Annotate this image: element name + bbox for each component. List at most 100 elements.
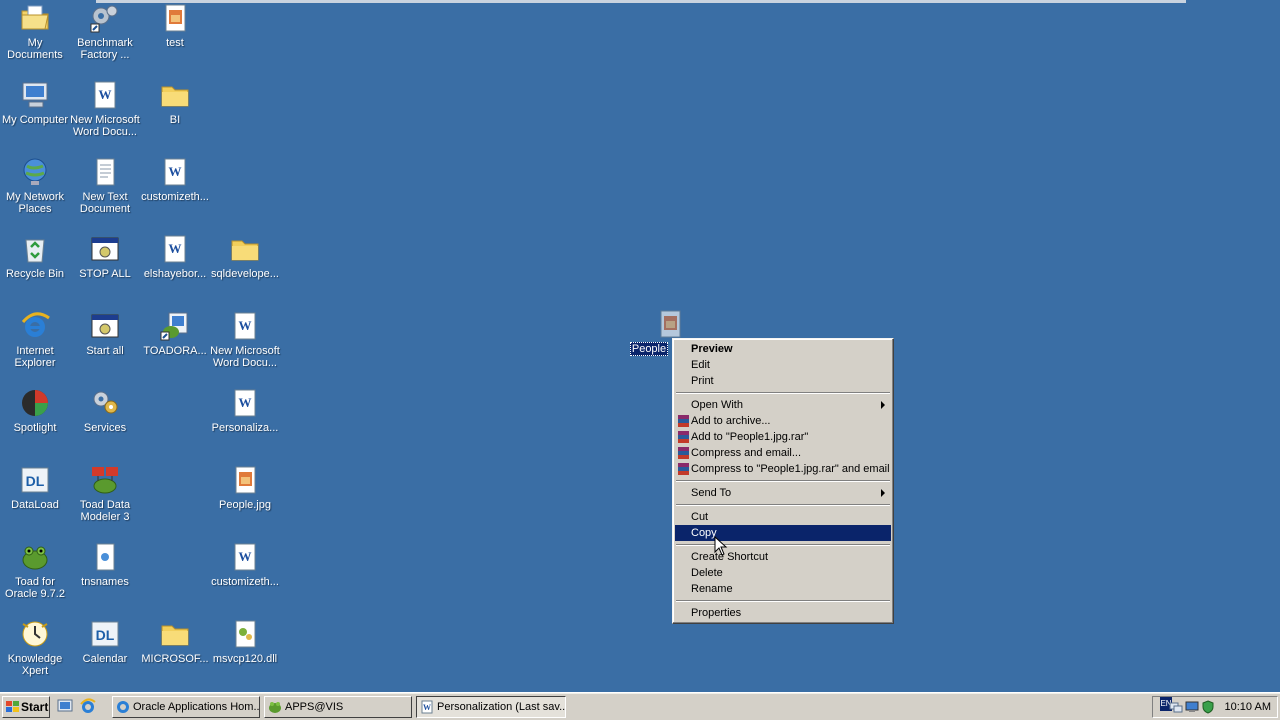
word-document-icon: W [164,235,186,263]
desktop[interactable]: My Documents My Computer My Network Plac… [0,0,1280,692]
batch-file-icon [91,314,119,338]
knowledge-xpert-icon [22,621,48,647]
dataload-icon: DL [21,467,49,493]
windows-logo-icon [6,701,19,712]
my-computer-icon [22,82,48,108]
word-document-icon: W [421,700,433,714]
folder-icon [231,240,259,261]
desktop-icon-recycle-bin[interactable]: Recycle Bin [0,233,70,280]
desktop-icon-stop-all[interactable]: STOP ALL [70,233,140,280]
menu-item-create-shortcut[interactable]: Create Shortcut [675,549,891,565]
desktop-icon-customizeth-2[interactable]: W customizeth... [210,541,280,588]
menu-separator [675,541,891,549]
menu-item-preview[interactable]: Preview [675,341,891,357]
show-desktop-icon[interactable] [57,698,73,714]
menu-item-delete[interactable]: Delete [675,565,891,581]
submenu-arrow-icon [881,489,885,497]
desktop-icon-toad-data-modeler[interactable]: Toad Data Modeler 3 [70,464,140,523]
desktop-icon-knowledge-xpert[interactable]: Knowledge Xpert [0,618,70,677]
menu-item-cut[interactable]: Cut [675,509,891,525]
menu-item-send-to[interactable]: Send To [675,485,891,501]
start-button[interactable]: Start [2,696,50,718]
menu-item-copy[interactable]: Copy [675,525,891,541]
svg-text:W: W [99,87,112,102]
svg-text:W: W [239,395,252,410]
desktop-icon-benchmark-factory[interactable]: Benchmark Factory ... [70,2,140,61]
desktop-icon-people-jpg[interactable]: People.jpg [210,464,280,511]
desktop-icon-elshayebor[interactable]: W elshayebor... [140,233,210,280]
word-document-icon: W [164,158,186,186]
services-icon [93,391,118,414]
menu-item-open-with[interactable]: Open With [675,397,891,413]
desktop-icon-start-all[interactable]: Start all [70,310,140,357]
taskbar: Start Oracle Applications Hom... APPS@VI… [0,692,1280,720]
menu-item-print[interactable]: Print [675,373,891,389]
word-document-icon: W [234,389,256,417]
winrar-icon [678,447,689,459]
winrar-icon [678,431,689,443]
mouse-cursor-icon [714,536,728,556]
desktop-icon-my-computer[interactable]: My Computer [0,79,70,126]
desktop-icon-customizeth-1[interactable]: W customizeth... [140,156,210,203]
svg-text:DL: DL [26,473,45,489]
desktop-icon-msvcp120[interactable]: msvcp120.dll [210,618,280,665]
desktop-icon-toad-for-oracle[interactable]: Toad for Oracle 9.7.2 [0,541,70,600]
taskbar-item-apps-vis[interactable]: APPS@VIS [264,696,412,718]
desktop-icon-services[interactable]: Services [70,387,140,434]
desktop-icon-calendar[interactable]: DL Calendar [70,618,140,665]
desktop-icon-sqldeveloper[interactable]: sqldevelope... [210,233,280,280]
menu-item-add-to-archive[interactable]: Add to archive... [675,413,891,429]
desktop-icon-my-documents[interactable]: My Documents [0,2,70,61]
folder-icon [161,86,189,107]
menu-item-rename[interactable]: Rename [675,581,891,597]
toad-frog-icon [22,546,48,570]
desktop-icon-new-word-doc-1[interactable]: W New Microsoft Word Docu... [70,79,140,138]
folder-icon [161,625,189,646]
desktop-icon-spotlight[interactable]: Spotlight [0,387,70,434]
desktop-icon-new-text-document[interactable]: New Text Document [70,156,140,215]
system-tray: 10:10 AM [1152,696,1278,718]
my-documents-icon [21,5,49,30]
taskbar-item-oracle-apps[interactable]: Oracle Applications Hom... [112,696,260,718]
desktop-icon-toadora[interactable]: TOADORA... [140,310,210,357]
svg-text:W: W [239,318,252,333]
desktop-icon-bi[interactable]: BI [140,79,210,126]
desktop-icon-tnsnames[interactable]: tnsnames [70,541,140,588]
menu-item-edit[interactable]: Edit [675,357,891,373]
menu-separator [675,501,891,509]
display-tray-icon[interactable] [1185,700,1199,714]
desktop-icon-personaliza[interactable]: W Personaliza... [210,387,280,434]
menu-item-compress-and-email[interactable]: Compress and email... [675,445,891,461]
text-document-icon [96,158,115,186]
svg-text:W: W [423,703,431,712]
desktop-icon-my-network-places[interactable]: My Network Places [0,156,70,215]
desktop-icon-microsof[interactable]: MICROSOF... [140,618,210,665]
winrar-icon [678,463,689,475]
desktop-icon-new-word-doc-2[interactable]: W New Microsoft Word Docu... [210,310,280,369]
image-file-icon [165,4,186,32]
recycle-bin-icon [25,239,45,263]
menu-item-compress-to-rar-and-email[interactable]: Compress to "People1.jpg.rar" and email [675,461,891,477]
desktop-icon-dataload[interactable]: DL DataLoad [0,464,70,511]
menu-item-add-to-rar[interactable]: Add to "People1.jpg.rar" [675,429,891,445]
security-tray-icon[interactable] [1201,700,1215,714]
svg-text:W: W [239,549,252,564]
network-tray-icon[interactable] [1169,700,1183,714]
svg-text:W: W [169,164,182,179]
desktop-icon-test[interactable]: test [140,2,210,49]
dataload-icon: DL [91,621,119,647]
menu-separator [675,389,891,397]
winrar-icon [678,415,689,427]
ie-page-icon [117,701,129,713]
menu-separator [675,597,891,605]
context-menu[interactable]: Preview Edit Print Open With Add to arch… [672,338,894,624]
desktop-icon-internet-explorer[interactable]: Internet Explorer [0,310,70,369]
menu-separator [675,477,891,485]
word-document-icon: W [94,81,116,109]
taskbar-item-personalization[interactable]: W Personalization (Last sav... [416,696,566,718]
internet-explorer-icon [21,312,50,337]
internet-explorer-quicklaunch-icon[interactable] [80,698,96,714]
menu-item-properties[interactable]: Properties [675,605,891,621]
image-file-icon [660,310,681,338]
image-file-icon [235,466,256,494]
